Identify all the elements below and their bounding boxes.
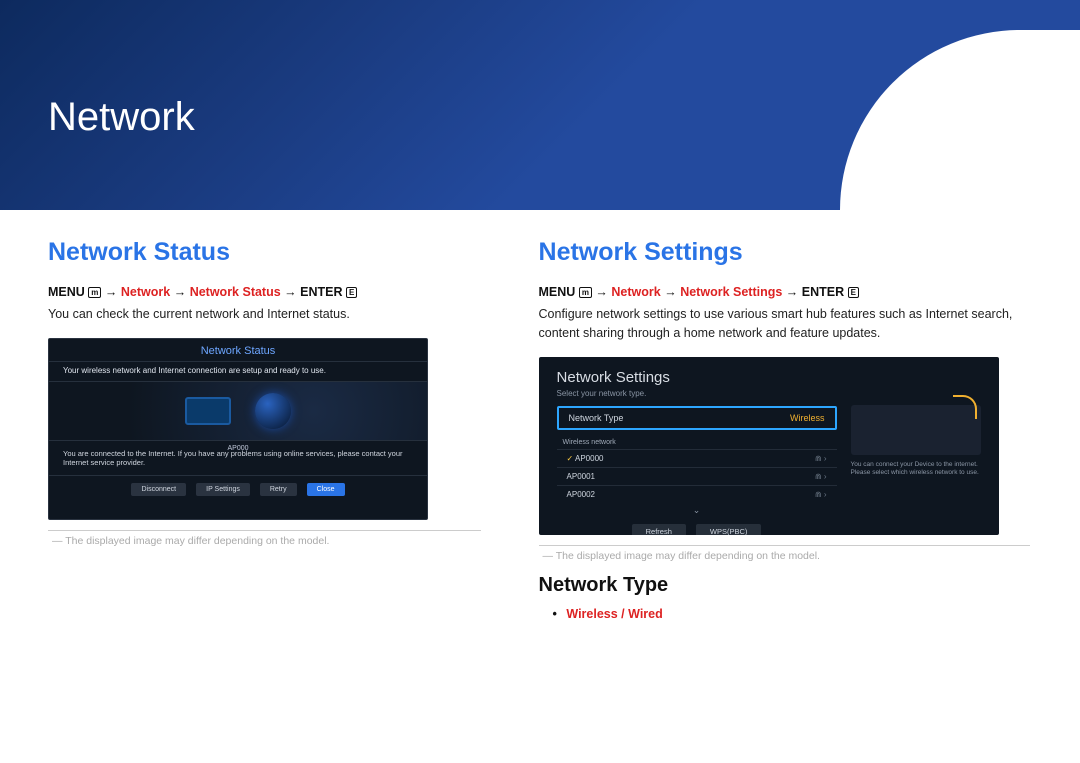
section-heading-status: Network Status — [48, 238, 481, 267]
path-enter: ENTER — [802, 285, 844, 299]
page-content: Network Status MENU m → Network → Networ… — [0, 210, 1080, 621]
network-type-heading: Network Type — [539, 574, 1030, 597]
path-network-settings: Network Settings — [680, 285, 782, 299]
ap-name: AP0001 — [567, 472, 595, 481]
ap-item[interactable]: AP0000 ⋒ › — [557, 449, 837, 467]
globe-icon — [255, 393, 291, 429]
settings-screenshot: Network Settings Select your network typ… — [539, 357, 999, 535]
network-type-value: Wireless — [790, 413, 825, 423]
ap-name: AP0002 — [567, 490, 595, 499]
path-network-status: Network Status — [190, 285, 281, 299]
ui-settings-side: You can connect your Device to the inter… — [851, 405, 981, 478]
device-icon — [851, 405, 981, 455]
ui-settings-actions: Refresh WPS(PBC) — [557, 520, 837, 535]
wifi-icon: ⋒ › — [815, 472, 827, 481]
network-type-options: • Wireless / Wired — [539, 607, 1030, 621]
separator — [539, 545, 1030, 546]
ap-name: AP0000 — [567, 454, 604, 463]
ap-list: AP0000 ⋒ › AP0001 ⋒ › AP0002 ⋒ › — [557, 449, 837, 503]
ap-item[interactable]: AP0001 ⋒ › — [557, 467, 837, 485]
path-network: Network — [611, 285, 660, 299]
status-description: You can check the current network and In… — [48, 305, 481, 324]
path-menu: MENU — [48, 285, 85, 299]
side-text: You can connect your Device to the inter… — [851, 461, 981, 478]
settings-description: Configure network settings to use variou… — [539, 305, 1030, 343]
wifi-icon: ⋒ › — [815, 454, 827, 463]
section-heading-settings: Network Settings — [539, 238, 1030, 267]
bullet-icon: • — [553, 607, 557, 621]
footnote-settings: The displayed image may differ depending… — [539, 550, 1030, 562]
menu-path-settings: MENU m → Network → Network Settings → EN… — [539, 285, 1030, 299]
ip-settings-button[interactable]: IP Settings — [196, 483, 250, 496]
path-arrow: → — [105, 285, 118, 299]
ui-status-msg-top: Your wireless network and Internet conne… — [49, 361, 427, 382]
retry-button[interactable]: Retry — [260, 483, 297, 496]
enter-icon: E — [848, 287, 859, 298]
close-button[interactable]: Close — [307, 483, 345, 496]
option-sep: / — [618, 607, 628, 621]
path-arrow: → — [284, 285, 297, 299]
ui-status-buttons: Disconnect IP Settings Retry Close — [49, 476, 427, 503]
path-menu: MENU — [539, 285, 576, 299]
enter-icon: E — [346, 287, 357, 298]
status-screenshot: Network Status Your wireless network and… — [48, 338, 428, 520]
menu-path-status: MENU m → Network → Network Status → ENTE… — [48, 285, 481, 299]
path-enter: ENTER — [300, 285, 342, 299]
footnote-status: The displayed image may differ depending… — [48, 535, 481, 547]
ui-status-header: Network Status — [49, 339, 427, 361]
chapter-title: Network — [0, 0, 1080, 140]
menu-icon: m — [579, 287, 592, 298]
path-arrow: → — [595, 285, 608, 299]
wps-button[interactable]: WPS(PBC) — [696, 524, 762, 535]
menu-icon: m — [88, 287, 101, 298]
network-type-label: Network Type — [569, 413, 624, 423]
wireless-network-label: Wireless network — [557, 436, 837, 449]
disconnect-button[interactable]: Disconnect — [131, 483, 186, 496]
ap-item[interactable]: AP0002 ⋒ › — [557, 485, 837, 503]
ui-status-visual — [49, 382, 427, 440]
wifi-icon: ⋒ › — [815, 490, 827, 499]
network-type-row[interactable]: Network Type Wireless — [557, 406, 837, 430]
chapter-banner: Network — [0, 0, 1080, 210]
column-network-settings: Network Settings MENU m → Network → Netw… — [539, 238, 1030, 621]
path-arrow: → — [786, 285, 799, 299]
separator — [48, 530, 481, 531]
refresh-button[interactable]: Refresh — [632, 524, 686, 535]
path-arrow: → — [174, 285, 187, 299]
option-wireless: Wireless — [566, 607, 617, 621]
ui-settings-subtitle: Select your network type. — [557, 389, 981, 398]
chevron-down-icon[interactable]: ⌄ — [557, 503, 837, 520]
path-arrow: → — [664, 285, 677, 299]
option-wired: Wired — [628, 607, 663, 621]
ui-settings-title: Network Settings — [557, 369, 981, 386]
column-network-status: Network Status MENU m → Network → Networ… — [48, 238, 481, 621]
ui-status-ap: AP000 — [49, 445, 427, 452]
path-network: Network — [121, 285, 170, 299]
tv-icon — [185, 397, 231, 425]
